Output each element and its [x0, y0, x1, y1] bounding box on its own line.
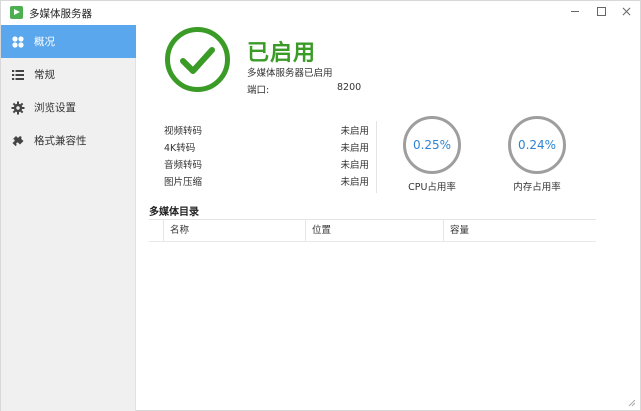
sidebar-item-browse-settings[interactable]: 浏览设置 — [1, 91, 136, 124]
enabled-check-icon — [165, 27, 230, 92]
feature-row-4k-transcode: 4K转码 未启用 — [164, 140, 369, 157]
minimize-button[interactable] — [562, 1, 588, 21]
sidebar-item-label: 概况 — [34, 36, 55, 48]
column-header-capacity[interactable]: 容量 — [443, 220, 596, 242]
sidebar: 概况 常规 浏览设置 格式兼容性 — [1, 25, 136, 411]
cpu-gauge: 0.25% — [402, 115, 462, 175]
feature-name: 视频转码 — [164, 126, 203, 137]
feature-row-video-transcode: 视频转码 未启用 — [164, 123, 369, 140]
app-window: 多媒体服务器 概况 常规 浏览设置 格式兼容性 已启用 多媒体服务器已启用 端口… — [0, 0, 641, 411]
resize-grip-icon[interactable] — [628, 399, 636, 407]
memory-usage-label: 内存占用率 — [513, 182, 561, 193]
status-title: 已启用 — [247, 41, 317, 66]
puzzle-icon — [11, 134, 25, 148]
grid-icon — [11, 35, 25, 49]
column-header-location[interactable]: 位置 — [305, 220, 443, 242]
feature-status: 未启用 — [340, 126, 369, 137]
window-title: 多媒体服务器 — [29, 8, 92, 20]
close-icon — [622, 7, 630, 15]
feature-name: 图片压缩 — [164, 177, 203, 188]
sidebar-item-label: 浏览设置 — [34, 102, 76, 114]
sidebar-item-general[interactable]: 常规 — [1, 58, 136, 91]
app-logo-icon — [10, 6, 23, 19]
port-label: 端口: — [247, 85, 270, 96]
memory-gauge: 0.24% — [507, 115, 567, 175]
sidebar-item-overview[interactable]: 概况 — [1, 25, 136, 58]
close-button[interactable] — [613, 1, 639, 21]
memory-usage-value: 0.24% — [517, 138, 557, 152]
feature-row-audio-transcode: 音频转码 未启用 — [164, 157, 369, 174]
cpu-usage-label: CPU占用率 — [408, 182, 456, 193]
gear-icon — [11, 101, 25, 115]
feature-status: 未启用 — [340, 160, 369, 171]
divider — [376, 121, 377, 193]
port-value: 8200 — [337, 82, 362, 93]
feature-name: 4K转码 — [164, 143, 196, 154]
feature-status: 未启用 — [340, 177, 369, 188]
title-bar[interactable]: 多媒体服务器 — [1, 1, 640, 23]
media-dirs-table-header: 名称 位置 容量 — [149, 220, 596, 242]
feature-name: 音频转码 — [164, 160, 203, 171]
column-header-name[interactable]: 名称 — [163, 220, 305, 242]
feature-row-image-compress: 图片压缩 未启用 — [164, 174, 369, 191]
feature-status: 未启用 — [340, 143, 369, 154]
maximize-button[interactable] — [588, 1, 614, 21]
sidebar-item-label: 格式兼容性 — [34, 135, 87, 147]
select-all-cell[interactable] — [149, 220, 163, 242]
list-icon — [11, 68, 25, 82]
sidebar-item-format-compat[interactable]: 格式兼容性 — [1, 124, 136, 157]
status-subtitle: 多媒体服务器已启用 — [247, 68, 333, 79]
cpu-usage-value: 0.25% — [412, 138, 452, 152]
media-dirs-title: 多媒体目录 — [149, 207, 199, 218]
sidebar-item-label: 常规 — [34, 69, 55, 81]
